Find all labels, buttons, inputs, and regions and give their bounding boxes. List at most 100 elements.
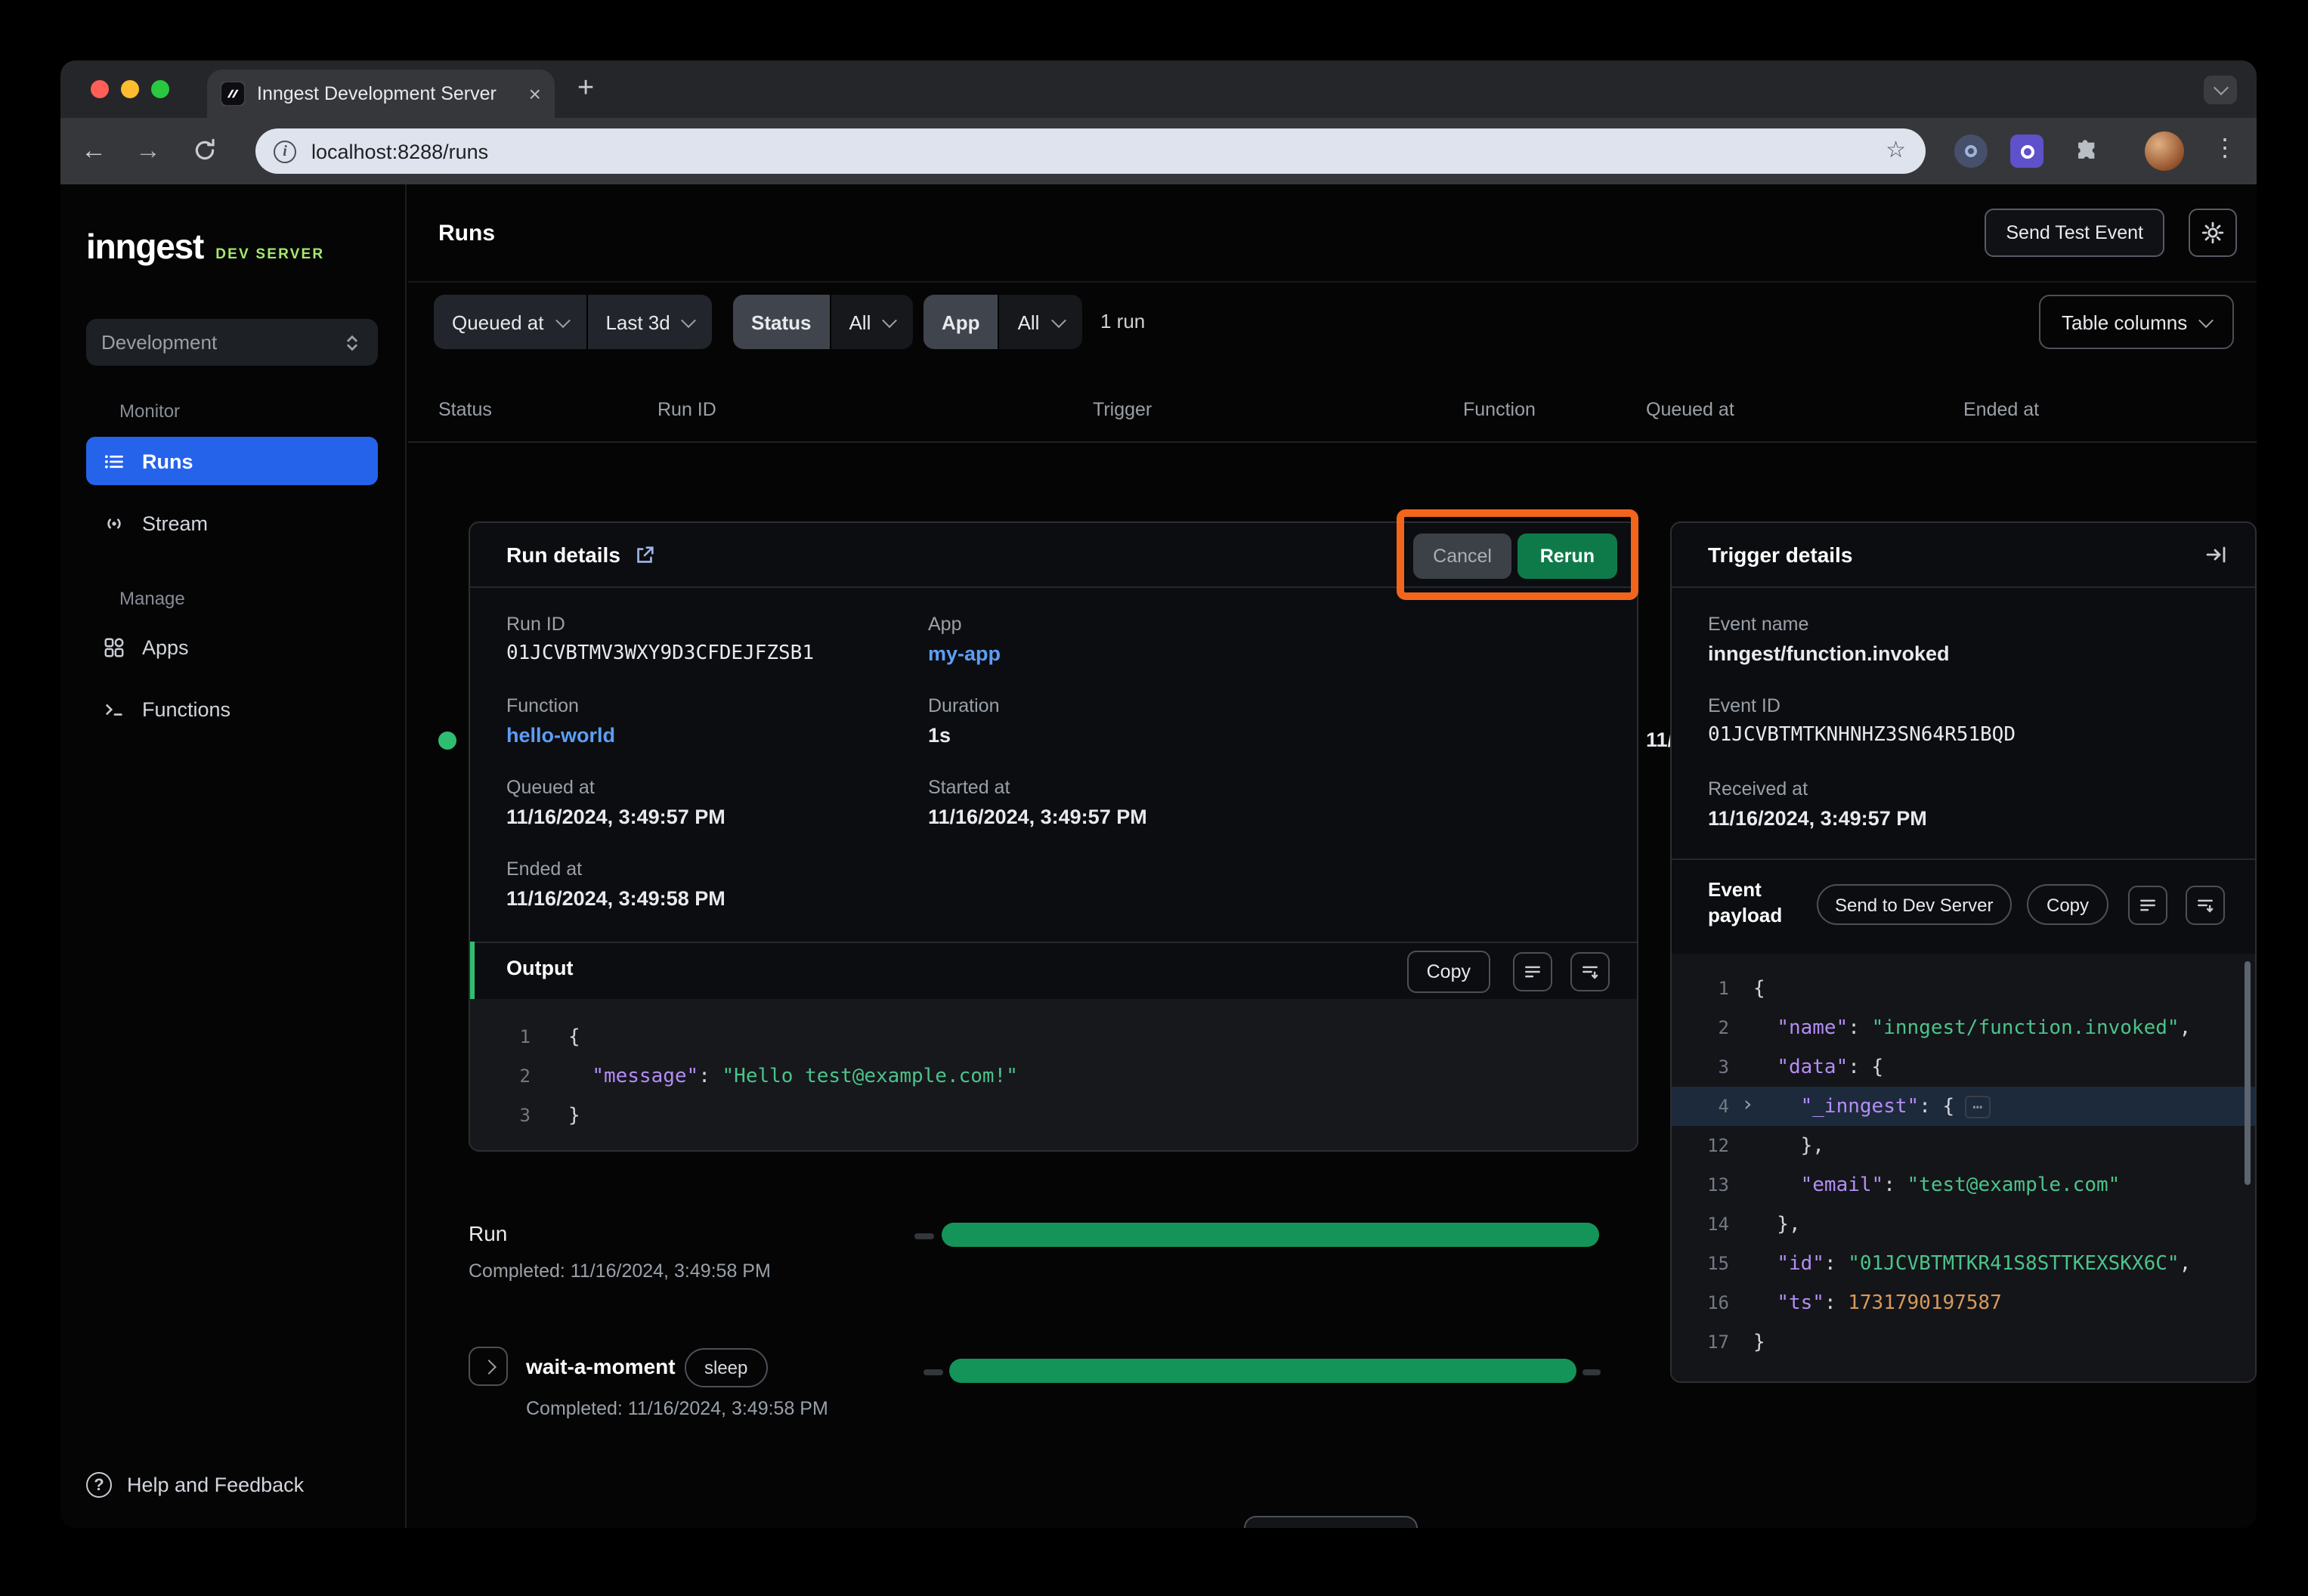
code-line: 3 "data": {: [1672, 1047, 2255, 1087]
browser-tab-strip: Inngest Development Server × +: [60, 60, 2257, 118]
back-button[interactable]: ←: [76, 135, 112, 168]
code-line: 13 "email": "test@example.com": [1672, 1165, 2255, 1205]
zoom-window-button[interactable]: [151, 80, 169, 98]
code-text: }: [531, 1104, 580, 1127]
extensions-puzzle-icon[interactable]: [2068, 135, 2101, 168]
forward-button[interactable]: →: [130, 135, 166, 168]
close-window-button[interactable]: [91, 80, 109, 98]
event-id-value: 01JCVBTMTKNHNHZ3SN64R51BQD: [1708, 724, 2016, 747]
line-number: 2: [1672, 1017, 1729, 1038]
browser-menu-icon[interactable]: ⋮: [2213, 133, 2237, 163]
timeline-tick: [1582, 1369, 1601, 1375]
run-count: 1 run: [1100, 310, 1145, 332]
sidebar-item-label: Apps: [142, 636, 189, 658]
line-number: 4: [1672, 1096, 1729, 1117]
code-line: 3}: [470, 1096, 1637, 1135]
column-header-function: Function: [1463, 399, 1536, 420]
run-timeline-bar[interactable]: [942, 1223, 1599, 1247]
send-to-dev-server-button[interactable]: Send to Dev Server: [1817, 884, 2011, 925]
payload-scrollbar[interactable]: [2245, 961, 2251, 1185]
run-details-card: Run details Cancel Rerun Run ID 01JCVBTM…: [469, 521, 1638, 1152]
scroll-to-bottom-button[interactable]: [1570, 952, 1610, 991]
sidebar-item-functions[interactable]: Functions: [86, 685, 378, 733]
window-controls: [91, 80, 169, 98]
code-text: "_inngest": {⋯: [1729, 1095, 1990, 1118]
timeline-tick: [924, 1369, 943, 1375]
app-filter-label: App: [924, 295, 998, 349]
payload-copy-button[interactable]: Copy: [2027, 884, 2108, 925]
step-timeline-bar[interactable]: [949, 1359, 1576, 1383]
function-label: Function: [506, 695, 579, 716]
run-details-title: Run details: [506, 543, 620, 567]
sleep-badge: sleep: [685, 1348, 767, 1387]
extension-glyph: [1965, 145, 1977, 157]
send-test-event-button[interactable]: Send Test Event: [1985, 209, 2164, 257]
chevron-down-icon: [1051, 312, 1066, 327]
function-link[interactable]: hello-world: [506, 724, 615, 747]
app-link[interactable]: my-app: [928, 642, 1001, 665]
url-text: localhost:8288/runs: [311, 140, 488, 162]
app-label: App: [928, 614, 962, 635]
profile-avatar[interactable]: [2145, 131, 2184, 171]
app-filter-value[interactable]: All: [1000, 295, 1082, 349]
sidebar-item-runs[interactable]: Runs: [86, 437, 378, 485]
extension-icon-2[interactable]: [2010, 135, 2043, 168]
output-code-block: 1{2 "message": "Hello test@example.com!"…: [470, 999, 1637, 1150]
table-columns-button[interactable]: Table columns: [2039, 295, 2234, 349]
new-tab-button[interactable]: +: [577, 73, 594, 106]
started-at-value: 11/16/2024, 3:49:57 PM: [928, 806, 1147, 828]
sidebar-item-label: Functions: [142, 697, 230, 720]
status-filter-value[interactable]: All: [831, 295, 913, 349]
queued-at-value: 11/16/2024, 3:49:57 PM: [506, 806, 726, 828]
code-line: 2 "name": "inngest/function.invoked",: [1672, 1008, 2255, 1047]
minimize-window-button[interactable]: [121, 80, 139, 98]
settings-button[interactable]: [2189, 209, 2237, 257]
wrap-lines-button[interactable]: [1513, 952, 1552, 991]
environment-selector[interactable]: Development: [86, 319, 378, 366]
bottom-cutoff-button[interactable]: [1244, 1516, 1418, 1528]
reload-button[interactable]: [186, 138, 222, 171]
column-header-trigger: Trigger: [1093, 399, 1152, 420]
code-line: 17}: [1672, 1322, 2255, 1362]
step-expand-button[interactable]: [469, 1347, 508, 1386]
tab-title: Inngest Development Server: [257, 83, 517, 104]
extension-icon-1[interactable]: [1954, 135, 1988, 168]
help-label: Help and Feedback: [127, 1474, 304, 1496]
dev-server-badge: DEV SERVER: [215, 246, 324, 263]
run-id-label: Run ID: [506, 614, 565, 635]
payload-scroll-to-bottom-button[interactable]: [2186, 886, 2225, 925]
table-row[interactable]: Completed 01JCVBTMV3WXY9D3CFDEJFZSB1 «• …: [408, 443, 2257, 521]
code-text: "message": "Hello test@example.com!": [531, 1065, 1018, 1087]
code-line: 1{: [1672, 969, 2255, 1008]
sidebar-item-apps[interactable]: Apps: [86, 623, 378, 671]
tab-search-button[interactable]: [2204, 76, 2237, 104]
extension-glyph: [2020, 144, 2034, 158]
header-divider: [408, 281, 2257, 283]
logo-row: inngest DEV SERVER: [86, 227, 324, 268]
chevron-down-icon: [2213, 80, 2228, 95]
forward-to-line-button[interactable]: [2204, 543, 2228, 574]
line-number: 1: [470, 1026, 531, 1047]
help-and-feedback[interactable]: ? Help and Feedback: [86, 1472, 304, 1498]
time-filter-group: Queued at Last 3d: [434, 295, 713, 349]
column-header-run-id: Run ID: [657, 399, 716, 420]
bookmark-star-icon[interactable]: ☆: [1886, 136, 1906, 163]
site-info-icon[interactable]: i: [274, 140, 296, 162]
date-range-filter[interactable]: Last 3d: [587, 295, 712, 349]
main-content: Runs Send Test Event Queued at Last 3d: [408, 184, 2257, 1528]
external-link-icon[interactable]: [634, 543, 657, 566]
address-bar[interactable]: i localhost:8288/runs ☆: [255, 128, 1926, 174]
ended-at-label: Ended at: [506, 858, 582, 880]
received-at-label: Received at: [1708, 778, 1808, 800]
queued-at-filter[interactable]: Queued at: [434, 295, 586, 349]
output-copy-button[interactable]: Copy: [1407, 951, 1490, 993]
inngest-logo: inngest: [86, 227, 203, 268]
collapse-caret-icon[interactable]: ›: [1741, 1087, 1754, 1126]
payload-wrap-lines-button[interactable]: [2128, 886, 2167, 925]
browser-tab[interactable]: Inngest Development Server ×: [207, 70, 555, 118]
step-name: wait-a-moment: [526, 1354, 676, 1378]
sidebar-item-stream[interactable]: Stream: [86, 499, 378, 547]
line-number: 17: [1672, 1332, 1729, 1353]
code-text: "email": "test@example.com": [1729, 1174, 2120, 1196]
tab-close-icon[interactable]: ×: [529, 83, 541, 104]
